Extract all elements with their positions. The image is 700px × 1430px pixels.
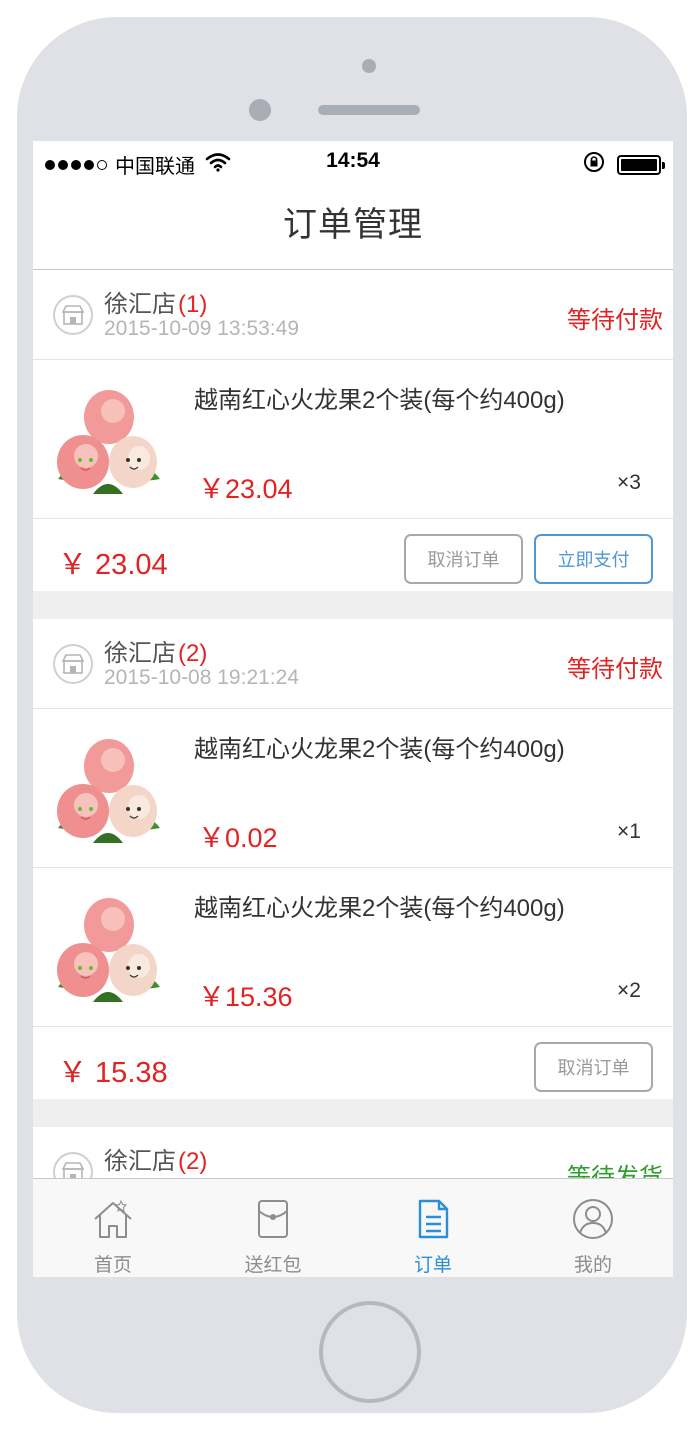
- tab-label: 首页: [93, 1255, 132, 1276]
- order-card: 徐汇店(2) 等待发货: [33, 1127, 673, 1178]
- order-card: 徐汇店(2) 2015-10-08 19:21:24 等待付款 越南红心火龙果2…: [33, 619, 673, 1099]
- battery-icon: [617, 155, 665, 175]
- product-quantity: ×3: [617, 471, 641, 494]
- tab-profile[interactable]: 我的: [513, 1179, 673, 1277]
- app-screen: 中国联通 14:54 订单管理 徐汇店(1) 2015-10-09 13:53:…: [33, 141, 673, 1277]
- front-sensor: [362, 59, 376, 73]
- order-item[interactable]: 越南红心火龙果2个装(每个约400g) ￥15.36 ×2: [33, 868, 673, 1027]
- navigation-bar: 订单管理: [33, 181, 673, 270]
- order-card: 徐汇店(1) 2015-10-09 13:53:49 等待付款 越南红心火龙果2…: [33, 270, 673, 591]
- product-title: 越南红心火龙果2个装(每个约400g): [194, 387, 565, 414]
- order-header: 徐汇店(2) 等待发货: [33, 1127, 673, 1178]
- tab-label: 我的: [573, 1255, 612, 1276]
- order-item[interactable]: 越南红心火龙果2个装(每个约400g) ￥0.02 ×1: [33, 709, 673, 868]
- peach-product-image: [57, 739, 160, 843]
- tab-bar: 首页 送红包 订单 我的: [33, 1178, 673, 1277]
- product-title: 越南红心火龙果2个装(每个约400g): [194, 895, 565, 922]
- shop-name: 徐汇店(2): [104, 633, 207, 668]
- order-total: ￥ 15.38: [58, 1057, 168, 1089]
- order-header: 徐汇店(1) 2015-10-09 13:53:49 等待付款: [33, 270, 673, 360]
- rotation-lock-icon: [583, 151, 605, 179]
- product-price: ￥23.04: [198, 474, 293, 504]
- product-price: ￥15.36: [198, 982, 293, 1012]
- home-button[interactable]: [319, 1301, 421, 1403]
- shop-name: 徐汇店(2): [104, 1141, 207, 1176]
- store-icon: [53, 1152, 93, 1178]
- shop-name-text: 徐汇店: [104, 291, 176, 318]
- peach-product-image: [57, 390, 160, 494]
- order-total: ￥ 23.04: [58, 549, 168, 581]
- product-quantity: ×1: [617, 820, 641, 843]
- cancel-order-button[interactable]: 取消订单: [534, 1042, 653, 1092]
- pay-now-button[interactable]: 立即支付: [534, 534, 653, 584]
- cancel-order-button[interactable]: 取消订单: [404, 534, 523, 584]
- shop-item-count: (2): [178, 640, 208, 667]
- order-item[interactable]: 越南红心火龙果2个装(每个约400g) ￥23.04 ×3: [33, 360, 673, 519]
- order-status: 等待发货: [567, 1164, 663, 1178]
- order-status: 等待付款: [567, 307, 663, 334]
- order-footer: ￥ 15.38 取消订单: [33, 1027, 673, 1099]
- shop-name-text: 徐汇店: [104, 1148, 176, 1175]
- front-camera: [249, 99, 271, 121]
- clock: 14:54: [326, 149, 380, 172]
- order-document-icon: [418, 1199, 449, 1239]
- shop-name: 徐汇店(1): [104, 284, 207, 319]
- tab-label: 送红包: [244, 1255, 302, 1276]
- tab-red-envelope[interactable]: 送红包: [193, 1179, 353, 1277]
- product-price: ￥0.02: [198, 823, 278, 853]
- peach-product-image: [57, 898, 160, 1002]
- order-header: 徐汇店(2) 2015-10-08 19:21:24 等待付款: [33, 619, 673, 709]
- order-time: 2015-10-09 13:53:49: [104, 317, 299, 340]
- page-title: 订单管理: [283, 206, 423, 244]
- shop-item-count: (2): [178, 1148, 208, 1175]
- order-status: 等待付款: [567, 656, 663, 683]
- product-title: 越南红心火龙果2个装(每个约400g): [194, 736, 565, 763]
- order-time: 2015-10-08 19:21:24: [104, 666, 299, 689]
- store-icon: [53, 295, 93, 335]
- shop-item-count: (1): [178, 291, 208, 318]
- order-list[interactable]: 徐汇店(1) 2015-10-09 13:53:49 等待付款 越南红心火龙果2…: [33, 270, 673, 1178]
- earpiece-speaker: [318, 105, 420, 115]
- tab-home[interactable]: 首页: [33, 1179, 193, 1277]
- user-profile-icon: [573, 1199, 613, 1239]
- store-icon: [53, 644, 93, 684]
- home-icon: [94, 1199, 132, 1238]
- status-bar: 中国联通 14:54: [33, 141, 673, 181]
- shop-name-text: 徐汇店: [104, 640, 176, 667]
- red-envelope-icon: [258, 1200, 288, 1238]
- tab-orders[interactable]: 订单: [353, 1179, 513, 1277]
- product-quantity: ×2: [617, 979, 641, 1002]
- tab-label: 订单: [413, 1255, 452, 1276]
- order-footer: ￥ 23.04 取消订单 立即支付: [33, 519, 673, 591]
